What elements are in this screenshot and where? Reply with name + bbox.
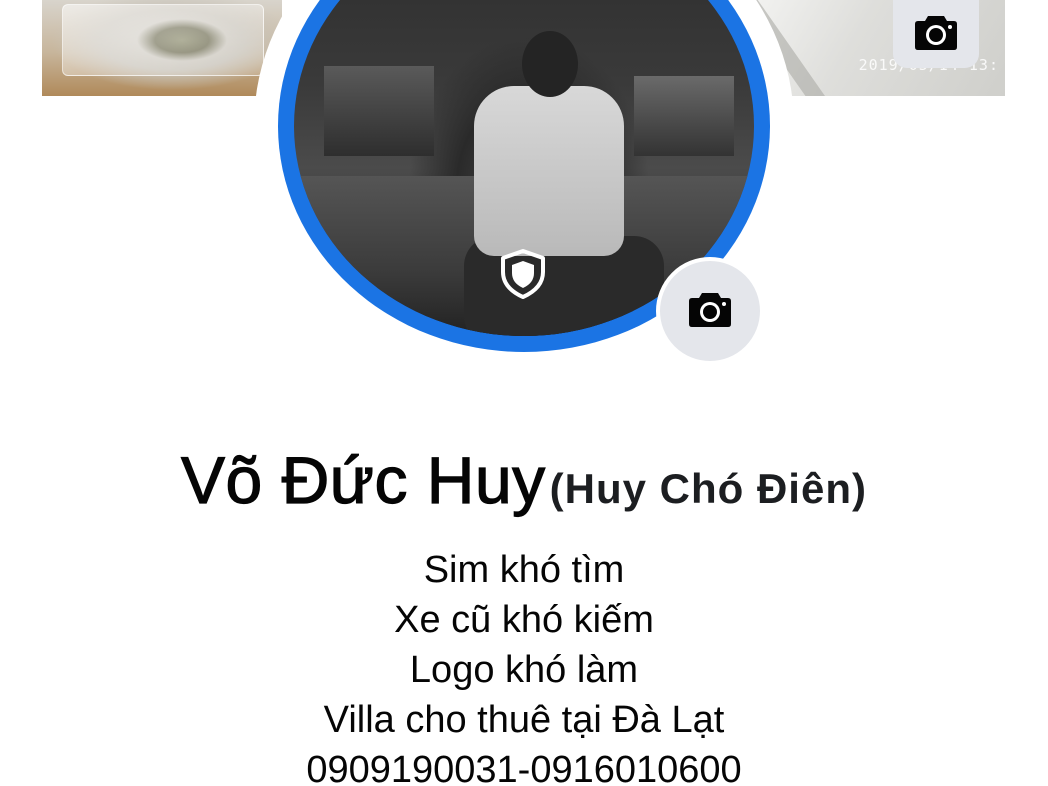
camera-icon [687,289,733,334]
profile-name-row: Võ Đức Huy(Huy Chó Điên) [0,442,1048,518]
bio-line-phone: 0909190031-0916010600 [306,749,742,786]
profile-name: Võ Đức Huy [180,442,546,517]
edit-cover-photo-button[interactable] [893,0,979,68]
camera-icon [913,12,959,57]
cover-photo-bag [62,4,264,76]
bio-line: Logo khó làm [409,649,639,691]
avatar-photo-person-head [522,31,578,97]
avatar-photo-shop-left [324,66,434,156]
profile-alternate-name: (Huy Chó Điên) [549,465,867,512]
cover-photo-left-segment [42,0,282,96]
edit-profile-picture-button[interactable] [656,257,764,365]
profile-page: 2019/05/14 13: [0,0,1048,786]
shield-icon [497,247,549,301]
bio-line: Villa cho thuê tại Đà Lạt [323,699,725,741]
avatar-photo-person-shirt [474,86,624,256]
bio-line: Sim khó tìm [423,549,625,591]
profile-bio: Sim khó tìm Xe cũ khó kiếm Logo khó làm … [0,545,1048,786]
avatar-photo-shop-right [634,76,734,156]
bio-line: Xe cũ khó kiếm [394,599,654,641]
